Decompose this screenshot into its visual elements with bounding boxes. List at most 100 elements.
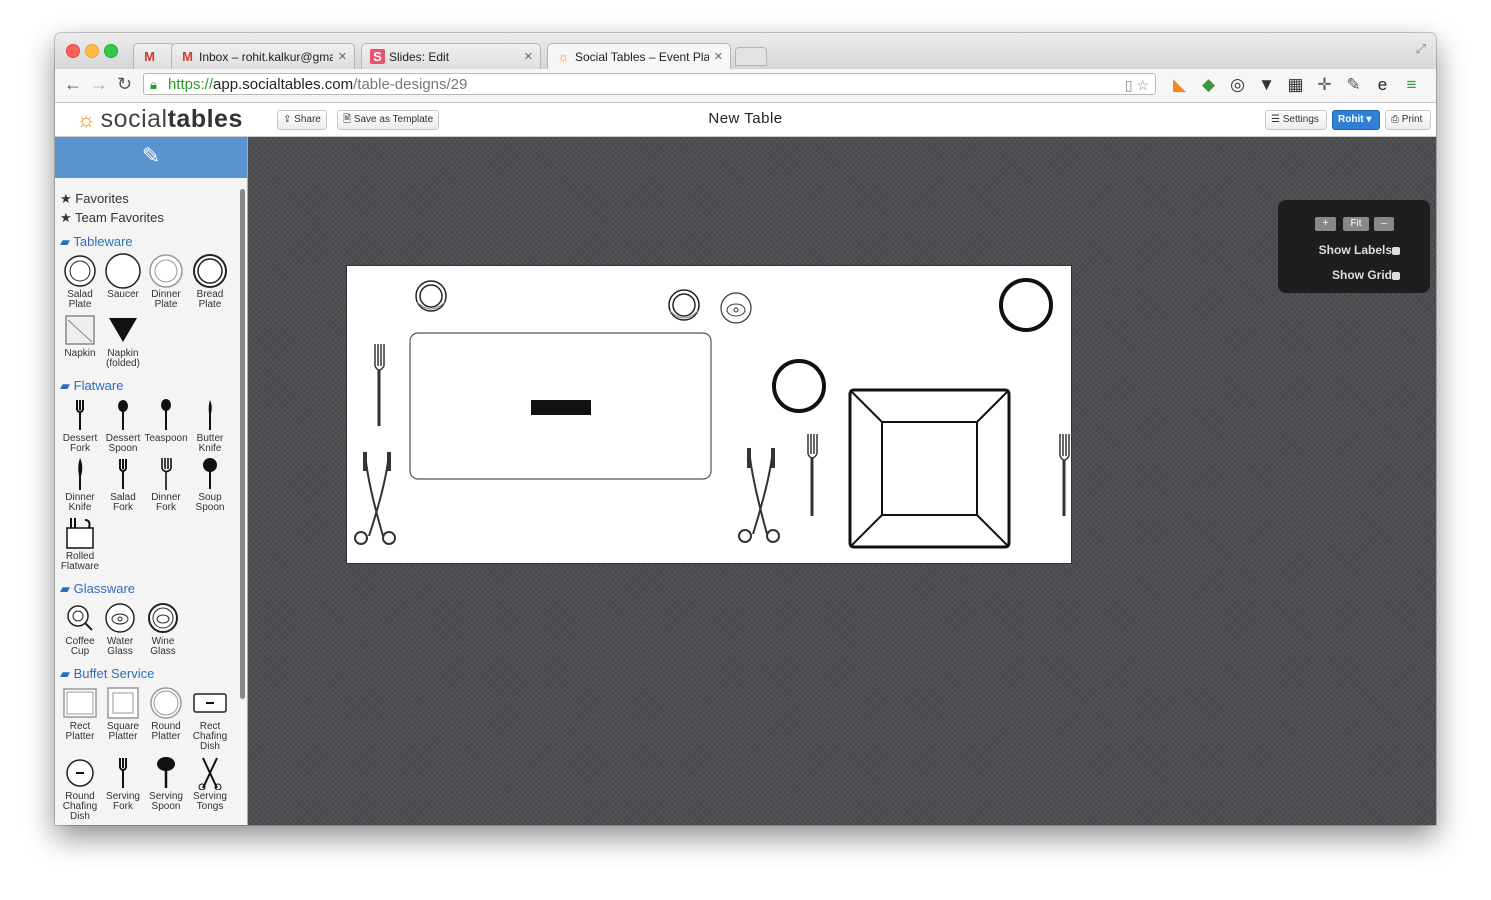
window-zoom-button[interactable]: [104, 44, 118, 58]
round-chafing-dish-icon: [66, 759, 94, 787]
dessert-fork-icon: [76, 400, 84, 430]
show-grid-checkbox[interactable]: [1392, 272, 1400, 280]
item-teaspoon[interactable]: Teaspoon: [144, 396, 188, 444]
item-label: Napkin: [64, 348, 96, 359]
item-dessert-fork[interactable]: Dessert Fork: [58, 396, 102, 454]
item-wine-glass[interactable]: Wine Glass: [141, 599, 185, 657]
show-labels-checkbox[interactable]: [1392, 247, 1400, 255]
item-dinner-knife[interactable]: Dinner Knife: [58, 455, 102, 513]
table-board[interactable]: [346, 265, 1072, 564]
water-glass-icon: [105, 603, 135, 633]
forward-arrow-icon[interactable]: →: [90, 74, 108, 95]
settings-button[interactable]: ☰ Settings: [1265, 110, 1327, 130]
team-favorites-link[interactable]: ★ Team Favorites: [60, 210, 164, 226]
item-salad-fork[interactable]: Salad Fork: [101, 455, 145, 513]
salad-fork-object: [807, 434, 818, 516]
reload-icon[interactable]: ↻: [117, 74, 132, 95]
item-serving-spoon[interactable]: Serving Spoon: [144, 754, 188, 812]
zoom-fit-button[interactable]: Fit: [1343, 217, 1369, 231]
item-label: Plate: [198, 299, 222, 310]
new-tab-button[interactable]: [735, 47, 767, 66]
design-canvas[interactable]: + Fit – Show Labels: Show Grid:: [248, 137, 1436, 825]
teaspoon-icon: [161, 399, 171, 430]
item-salad-plate[interactable]: Salad Plate: [58, 252, 102, 310]
item-coffee-cup[interactable]: Coffee Cup: [58, 599, 102, 657]
tab-inbox[interactable]: M Inbox – rohit.kalkur@gmai ✕: [171, 43, 355, 69]
item-label: Fork: [70, 443, 90, 454]
zoom-in-button[interactable]: +: [1315, 217, 1336, 231]
item-napkin-folded[interactable]: Napkin (folded): [101, 311, 145, 369]
window-close-button[interactable]: [66, 44, 80, 58]
item-rect-chafing-dish[interactable]: Rect Chafing Dish: [188, 684, 232, 752]
item-label: Fork: [156, 502, 176, 513]
item-label: Teaspoon: [144, 433, 188, 444]
item-round-chafing-dish[interactable]: Round Chafing Dish: [58, 754, 102, 822]
extension-e-icon[interactable]: e: [1372, 75, 1393, 95]
dessert-spoon-icon: [118, 400, 128, 430]
window-minimize-button[interactable]: [85, 44, 99, 58]
page-title: New Table: [708, 110, 783, 127]
tab-title: Inbox – rohit.kalkur@gmai: [199, 49, 333, 64]
address-bar[interactable]: 🔒︎ https://app.socialtables.com/table-de…: [143, 73, 1156, 95]
category-buffet-service[interactable]: ▰ Buffet Service: [60, 666, 154, 682]
item-napkin[interactable]: Napkin: [58, 311, 102, 359]
category-tableware[interactable]: ▰ Tableware: [60, 234, 133, 250]
category-glassware[interactable]: ▰ Glassware: [60, 581, 135, 597]
extension-grid-icon[interactable]: ▦: [1285, 75, 1306, 95]
zoom-out-button[interactable]: –: [1374, 217, 1394, 231]
favorites-link[interactable]: ★ Favorites: [60, 191, 129, 207]
item-bread-plate[interactable]: Bread Plate: [188, 252, 232, 310]
sidebar-scrollbar[interactable]: [240, 189, 245, 699]
item-label: Chafing Dish: [62, 801, 98, 822]
saucer-object: [999, 278, 1053, 332]
item-label: Spoon: [151, 801, 181, 812]
html5-icon[interactable]: ▼: [1256, 75, 1277, 95]
bookmark-star-icon[interactable]: ☆: [1136, 77, 1149, 93]
item-dinner-fork[interactable]: Dinner Fork: [144, 455, 188, 513]
crosshair-icon[interactable]: ✛: [1314, 75, 1335, 95]
item-library-sidebar: ✎ ★ Favorites ★ Team Favorites ▰ Tablewa…: [55, 137, 248, 825]
tab-close-icon[interactable]: ✕: [338, 50, 347, 63]
tab-slides[interactable]: S Slides: Edit ✕: [361, 43, 541, 69]
category-flatware[interactable]: ▰ Flatware: [60, 378, 123, 394]
item-serving-fork[interactable]: Serving Fork: [101, 754, 145, 812]
tab-gmail-pinned[interactable]: M: [133, 43, 175, 69]
extension-leaf-icon[interactable]: ◆: [1198, 75, 1219, 95]
item-label: (folded): [106, 358, 140, 369]
item-round-platter[interactable]: Round Platter: [144, 684, 188, 742]
edit-panel-header[interactable]: ✎: [55, 137, 247, 178]
print-button[interactable]: ⎙ Print: [1385, 110, 1431, 130]
item-butter-knife[interactable]: Butter Knife: [188, 396, 232, 454]
page-icon[interactable]: ▯: [1125, 77, 1133, 93]
item-label: Platter: [151, 731, 181, 742]
folder-icon: ▰: [60, 581, 70, 596]
item-dessert-spoon[interactable]: Dessert Spoon: [101, 396, 145, 454]
item-dinner-plate[interactable]: Dinner Plate: [144, 252, 188, 310]
item-label: Knife: [68, 502, 92, 513]
url-scheme: https://: [168, 76, 214, 93]
extension-sync-icon[interactable]: ◎: [1227, 75, 1248, 95]
item-water-glass[interactable]: Water Glass: [98, 599, 142, 657]
rss-icon[interactable]: ◣: [1169, 75, 1190, 95]
item-soup-spoon[interactable]: Soup Spoon: [188, 455, 232, 513]
item-rect-platter[interactable]: Rect Platter: [58, 684, 102, 742]
tab-close-icon[interactable]: ✕: [714, 50, 723, 63]
item-label: Tongs: [196, 801, 224, 812]
tab-social-tables[interactable]: ☼ Social Tables – Event Plann ✕: [547, 43, 731, 69]
serving-spoon-icon: [157, 757, 175, 788]
item-rolled-flatware[interactable]: Rolled Flatware: [58, 514, 102, 572]
category-label: Tableware: [73, 234, 133, 249]
category-label: Flatware: [73, 378, 124, 393]
item-square-platter[interactable]: Square Platter: [101, 684, 145, 742]
fullscreen-icon[interactable]: ⤢: [1416, 41, 1426, 57]
user-menu-button[interactable]: Rohit ▾: [1332, 110, 1380, 130]
soup-spoon-icon: [203, 458, 217, 489]
eyedropper-icon[interactable]: ✎: [1343, 75, 1364, 95]
favorites-label: Favorites: [75, 191, 129, 206]
item-saucer[interactable]: Saucer: [101, 252, 145, 300]
square-platter-icon: [107, 687, 139, 719]
back-arrow-icon[interactable]: ←: [64, 74, 82, 95]
tab-close-icon[interactable]: ✕: [524, 50, 533, 63]
menu-icon[interactable]: ≡: [1401, 75, 1422, 95]
item-serving-tongs[interactable]: Serving Tongs: [188, 754, 232, 812]
